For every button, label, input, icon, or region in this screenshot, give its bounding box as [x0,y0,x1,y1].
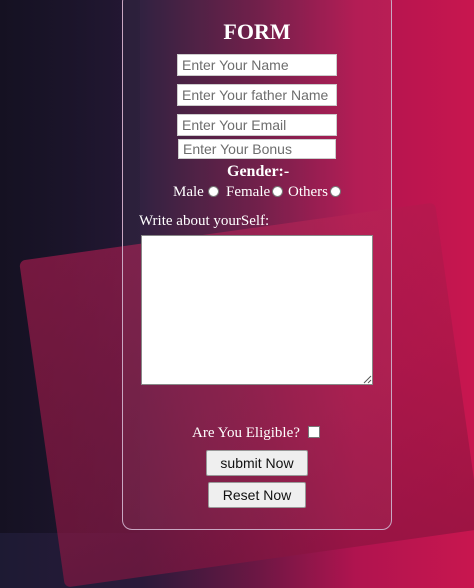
submit-button[interactable]: submit Now [206,450,308,476]
gender-option-male-label: Male [173,184,204,200]
gender-label: Gender:- [227,163,290,180]
form-title: FORM [223,19,291,44]
resize-grip-icon[interactable] [362,374,372,384]
about-textarea[interactable] [141,235,373,385]
gender-option-others-label: Others [288,184,328,200]
father-name-input[interactable] [177,84,337,106]
eligible-checkbox[interactable] [308,426,320,438]
reset-button[interactable]: Reset Now [208,482,306,508]
gender-female-radio[interactable] [272,186,283,197]
bonus-input[interactable] [178,139,336,159]
gender-others-radio[interactable] [330,186,341,197]
gender-option-female-label: Female [226,184,271,200]
eligible-label: Are You Eligible? [192,425,300,441]
email-input[interactable] [177,114,337,136]
about-label: Write about yourSelf: [139,213,270,229]
name-input[interactable] [177,54,337,76]
gender-male-radio[interactable] [208,186,219,197]
